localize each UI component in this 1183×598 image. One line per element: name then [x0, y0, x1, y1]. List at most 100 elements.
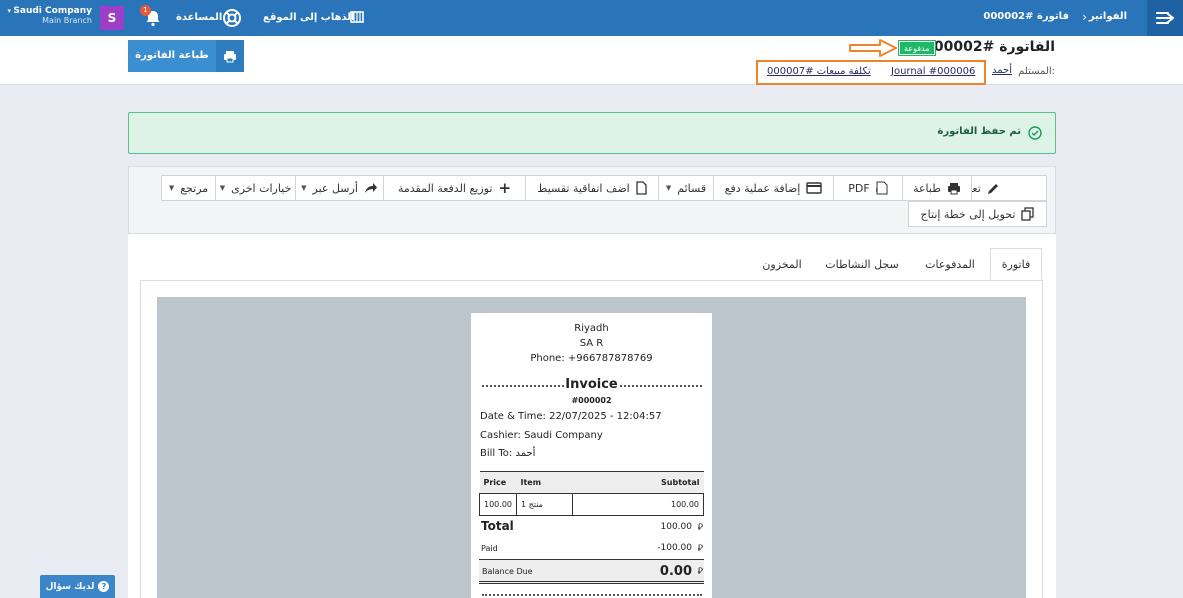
distribute-payment-label: توزيع الدفعة المقدمة — [397, 181, 493, 195]
breadcrumb-current-invoice: فاتورة #000002 — [983, 11, 1069, 22]
branch-name: Main Branch — [42, 16, 92, 25]
print-label: طباعة — [913, 181, 941, 195]
header-item: Item — [516, 471, 573, 494]
file-icon — [636, 181, 647, 195]
caret-down-icon: ▼ — [665, 184, 672, 192]
add-installment-label: اضف اتفاقية تقسيط — [537, 181, 630, 195]
menu-toggle-button[interactable] — [1147, 0, 1183, 36]
tab-inventory[interactable]: المخزون — [753, 248, 811, 280]
add-payment-label: إضافة عملية دفع — [724, 181, 801, 195]
other-options-label: خيارات اخرى — [231, 181, 292, 195]
help-label: لديك سؤال — [45, 581, 95, 592]
print-invoice-button[interactable]: طباعة الفاتورة — [128, 40, 244, 72]
pdf-button[interactable]: PDF PDF — [833, 175, 903, 201]
lists-dropdown[interactable]: قسائم ▼ — [658, 175, 714, 201]
notification-count-badge: 1 — [140, 5, 151, 16]
check-circle-icon — [1028, 126, 1042, 140]
receipt-country: SA R — [579, 338, 604, 349]
receipt-cashier: Cashier: Saudi Company — [480, 430, 603, 441]
share-arrow-icon — [364, 183, 377, 193]
success-alert: تم حفظ الفاتورة — [128, 112, 1056, 154]
lists-label: قسائم — [677, 181, 707, 195]
copy-file-icon — [1021, 207, 1035, 221]
receipt-number: #000002 — [571, 396, 612, 405]
credit-card-icon — [806, 182, 823, 194]
printer-icon — [947, 182, 960, 194]
recipient-label: المستلم: — [1018, 66, 1055, 77]
returned-dropdown[interactable]: مرتجع ▼ — [161, 175, 216, 201]
pdf-label: PDF — [848, 181, 870, 195]
print-button[interactable]: طباعة — [902, 175, 972, 201]
company-switcher[interactable]: ▾ Saudi Company Main Branch — [6, 6, 92, 25]
page-title: الفاتورة #000002 — [924, 39, 1055, 55]
receipt-datetime: Date & Time: 22/07/2025 - 12:04:57 — [480, 411, 662, 422]
cost-of-sales-link[interactable]: تكلفة مبيعات #000007 — [767, 66, 871, 77]
caret-down-icon: ▼ — [168, 184, 175, 192]
page-header: الفاتورة #000002 مدفوعة المستلم: أحمد Jo… — [0, 36, 1183, 85]
help-link[interactable]: المساعدة — [176, 12, 222, 23]
header-subtotal: Subtotal — [572, 471, 704, 494]
balance-label: Balance Due — [482, 567, 533, 576]
receipt-divider-bottom — [482, 594, 702, 596]
ask-question-button[interactable]: لديك سؤال ? — [40, 575, 115, 598]
tab-invoice[interactable]: فاتورة — [990, 248, 1042, 280]
row-price: 100.00 — [479, 493, 517, 516]
annotation-arrow-icon — [849, 39, 897, 57]
storefront-icon[interactable] — [350, 11, 364, 23]
printer-icon — [216, 40, 244, 72]
row-item: منتج 1 — [516, 493, 573, 516]
caret-down-icon: ▼ — [219, 184, 226, 192]
riyal-icon: ⃁ — [697, 567, 703, 577]
paid-value: -100.00 — [657, 543, 692, 553]
send-via-dropdown[interactable]: أرسل عبر ▼ — [295, 175, 384, 201]
print-invoice-label: طباعة الفاتورة — [135, 50, 209, 61]
menu-arrow-icon — [1156, 12, 1174, 24]
convert-to-production-button[interactable]: تحويل إلى خطة إنتاج — [908, 201, 1047, 227]
receipt-bill-to: Bill To: أحمد — [480, 448, 536, 459]
other-options-dropdown[interactable]: خيارات اخرى ▼ — [215, 175, 296, 201]
send-via-label: أرسل عبر — [312, 181, 358, 195]
receipt-phone: Phone: +966787878769 — [530, 353, 653, 364]
invoice-actions-panel: تعديل طباعة PDF PDF إضافة عملية دفع قسائ… — [128, 166, 1056, 234]
lifebuoy-icon[interactable] — [222, 8, 242, 28]
caret-down-icon: ▼ — [301, 184, 307, 192]
row-subtotal: 100.00 — [572, 493, 704, 516]
pdf-file-icon: PDF — [876, 181, 888, 195]
receipt-items-table: Price Item Subtotal 100.00 منتج 1 100.00 — [479, 471, 704, 516]
journal-link[interactable]: Journal #000006 — [891, 66, 975, 77]
breadcrumb-invoices[interactable]: الفواتير — [1089, 11, 1127, 22]
invoice-tabs-panel: فاتورة المدفوعات سجل النشاطات المخزون Ri… — [128, 234, 1056, 598]
recipient-link[interactable]: أحمد — [992, 65, 1012, 76]
balance-row: Balance Due 0.00 ⃁ — [479, 559, 704, 584]
total-label: Total — [481, 519, 514, 533]
tab-payments[interactable]: المدفوعات — [914, 248, 986, 280]
tab-activity-log[interactable]: سجل النشاطات — [816, 248, 908, 280]
plus-icon: + — [498, 179, 512, 197]
alert-message: تم حفظ الفاتورة — [937, 126, 1022, 137]
table-row: 100.00 منتج 1 100.00 — [479, 493, 704, 516]
receipt-city: Riyadh — [574, 323, 609, 334]
paid-label: Paid — [481, 544, 498, 553]
returned-label: مرتجع — [180, 181, 209, 195]
header-price: Price — [479, 471, 517, 494]
total-value: 100.00 — [660, 522, 693, 532]
riyal-icon: ⃁ — [697, 544, 703, 554]
distribute-payment-button[interactable]: + توزيع الدفعة المقدمة — [383, 175, 526, 201]
receipt-heading: Invoice — [565, 377, 618, 392]
pencil-icon — [987, 183, 998, 194]
balance-value: 0.00 — [659, 564, 692, 579]
goto-site-link[interactable]: الذهاب إلى الموقع — [263, 12, 355, 23]
add-installment-button[interactable]: اضف اتفاقية تقسيط — [525, 175, 659, 201]
breadcrumb-chevron-icon: › — [1082, 10, 1087, 24]
avatar[interactable]: S — [100, 6, 124, 30]
status-badge: مدفوعة — [898, 40, 936, 56]
preview-background: Riyadh SA R Phone: +966787878769 Invoice… — [157, 297, 1026, 598]
top-navigation-bar: الفواتير › فاتورة #000002 الذهاب إلى الم… — [0, 0, 1183, 36]
add-payment-button[interactable]: إضافة عملية دفع — [713, 175, 834, 201]
invoice-preview: Riyadh SA R Phone: +966787878769 Invoice… — [140, 280, 1043, 598]
company-name: Saudi Company — [13, 6, 92, 16]
question-circle-icon: ? — [98, 581, 110, 592]
receipt: Riyadh SA R Phone: +966787878769 Invoice… — [471, 313, 712, 598]
table-header-row: Price Item Subtotal — [479, 471, 704, 494]
convert-production-label: تحويل إلى خطة إنتاج — [920, 207, 1016, 221]
